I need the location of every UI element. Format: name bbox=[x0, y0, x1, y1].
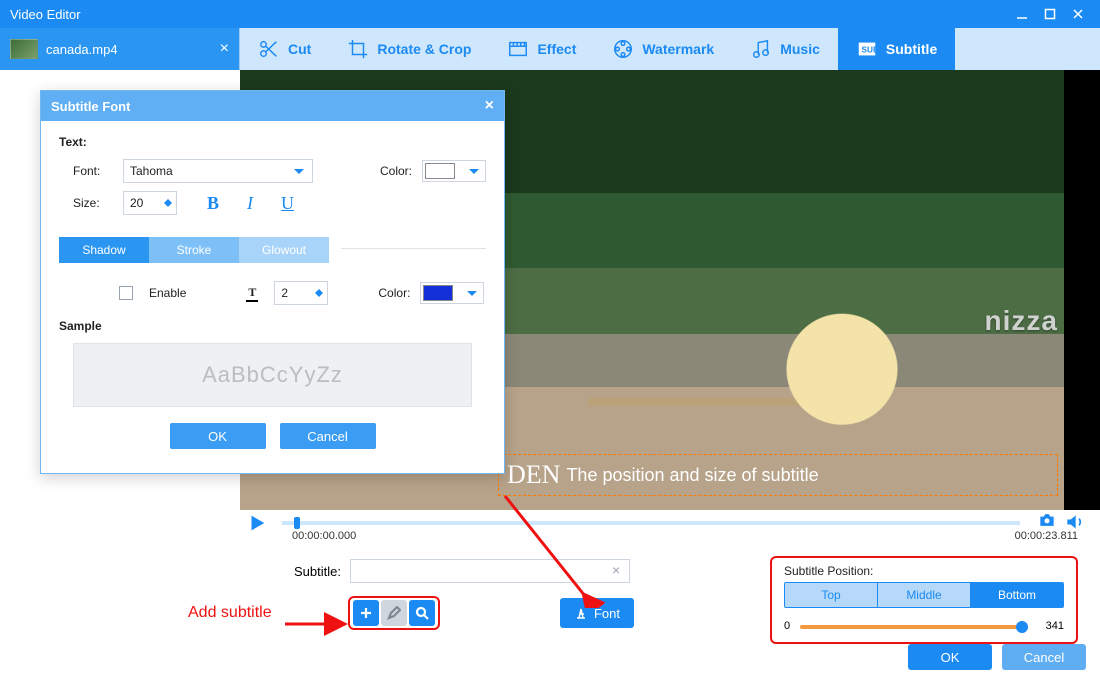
text-color-picker[interactable] bbox=[422, 160, 486, 182]
effect-tabs: Shadow Stroke Glowout bbox=[59, 237, 329, 263]
file-name: canada.mp4 bbox=[46, 42, 118, 57]
tab-effect[interactable]: Effect bbox=[489, 28, 594, 70]
tab-subtitle[interactable]: SUB Subtitle bbox=[838, 28, 955, 70]
tab-watermark[interactable]: Watermark bbox=[594, 28, 732, 70]
dialog-titlebar[interactable]: Subtitle Font × bbox=[41, 91, 504, 121]
subtitle-label: Subtitle: bbox=[294, 564, 341, 579]
dialog-cancel-button[interactable]: Cancel bbox=[280, 423, 376, 449]
scissors-icon bbox=[258, 38, 280, 60]
text-color-swatch bbox=[425, 163, 455, 179]
position-slider[interactable]: 0 341 bbox=[784, 618, 1064, 636]
time-current: 00:00:00.000 bbox=[292, 530, 356, 542]
subtitle-button-group bbox=[348, 596, 440, 630]
annotation-add-subtitle: Add subtitle bbox=[188, 604, 272, 622]
subtitle-icon: SUB bbox=[856, 38, 878, 60]
reel-icon bbox=[612, 38, 634, 60]
titlebar: Video Editor bbox=[0, 0, 1100, 28]
add-subtitle-button[interactable] bbox=[353, 600, 379, 626]
sample-label: Sample bbox=[59, 319, 486, 333]
thickness-icon: T bbox=[246, 285, 258, 302]
text-color-label: Color: bbox=[380, 164, 412, 178]
main-ok-button[interactable]: OK bbox=[908, 644, 992, 670]
subtitle-position-panel: Subtitle Position: Top Middle Bottom 0 3… bbox=[770, 556, 1078, 644]
close-file-icon[interactable]: × bbox=[220, 40, 229, 58]
music-icon bbox=[750, 38, 772, 60]
edit-subtitle-button[interactable] bbox=[381, 600, 407, 626]
subtitle-overlay-text: The position and size of subtitle bbox=[566, 465, 818, 486]
effect-tab-glowout[interactable]: Glowout bbox=[239, 237, 329, 263]
timeline-track[interactable] bbox=[282, 521, 1020, 525]
file-tab[interactable]: canada.mp4 × bbox=[0, 28, 240, 70]
slider-min: 0 bbox=[784, 620, 790, 632]
size-label: Size: bbox=[73, 196, 113, 210]
maximize-button[interactable] bbox=[1036, 0, 1064, 28]
subtitle-overlay-prefix: DEN bbox=[507, 460, 560, 490]
slider-thumb[interactable] bbox=[1016, 621, 1028, 633]
bottom-actions: OK Cancel bbox=[908, 644, 1086, 670]
font-combo[interactable]: Tahoma bbox=[123, 159, 313, 183]
effect-tab-stroke[interactable]: Stroke bbox=[149, 237, 239, 263]
effect-tab-shadow[interactable]: Shadow bbox=[59, 237, 149, 263]
search-subtitle-button[interactable] bbox=[409, 600, 435, 626]
slider-track[interactable] bbox=[800, 625, 1028, 629]
enable-label: Enable bbox=[149, 286, 186, 300]
timeline: 00:00:00.000 00:00:23.811 bbox=[240, 512, 1078, 542]
effect-color-label: Color: bbox=[378, 286, 410, 300]
scene-sign: nizza bbox=[985, 305, 1058, 337]
play-button[interactable] bbox=[246, 512, 272, 534]
subtitle-overlay-box[interactable]: DEN The position and size of subtitle bbox=[498, 454, 1058, 496]
italic-button[interactable]: I bbox=[247, 193, 253, 214]
tab-rotate-crop[interactable]: Rotate & Crop bbox=[329, 28, 489, 70]
film-icon bbox=[507, 38, 529, 60]
effect-color-swatch bbox=[423, 285, 453, 301]
sample-preview: AaBbCcYyZz bbox=[73, 343, 472, 407]
thickness-spinner[interactable]: 2 bbox=[274, 281, 328, 305]
font-label: Font: bbox=[73, 164, 113, 178]
close-window-button[interactable] bbox=[1064, 0, 1092, 28]
thickness-value: 2 bbox=[281, 286, 288, 300]
position-heading: Subtitle Position: bbox=[784, 564, 1064, 578]
crop-icon bbox=[347, 38, 369, 60]
sample-text: AaBbCcYyZz bbox=[202, 362, 343, 388]
dialog-title: Subtitle Font bbox=[51, 99, 130, 114]
position-segmented: Top Middle Bottom bbox=[784, 582, 1064, 608]
dialog-ok-button[interactable]: OK bbox=[170, 423, 266, 449]
font-button[interactable]: Font bbox=[560, 598, 634, 628]
size-value: 20 bbox=[130, 196, 143, 210]
file-thumbnail bbox=[10, 39, 38, 59]
main-cancel-button[interactable]: Cancel bbox=[1002, 644, 1086, 670]
section-text: Text: bbox=[59, 135, 486, 149]
clear-subtitle-icon[interactable]: × bbox=[612, 562, 620, 578]
enable-checkbox[interactable] bbox=[119, 286, 139, 301]
underline-button[interactable]: U bbox=[281, 193, 294, 214]
size-spinner[interactable]: 20 bbox=[123, 191, 177, 215]
svg-text:SUB: SUB bbox=[861, 46, 878, 55]
timeline-playhead[interactable] bbox=[294, 517, 300, 529]
bold-button[interactable]: B bbox=[207, 193, 219, 214]
slider-value: 341 bbox=[1046, 620, 1064, 632]
time-duration: 00:00:23.811 bbox=[1015, 530, 1078, 542]
position-middle[interactable]: Middle bbox=[878, 583, 971, 607]
font-value: Tahoma bbox=[130, 164, 173, 178]
position-bottom[interactable]: Bottom bbox=[971, 583, 1063, 607]
subtitle-input[interactable] bbox=[350, 559, 630, 583]
window-title: Video Editor bbox=[10, 7, 81, 22]
tab-cut[interactable]: Cut bbox=[240, 28, 329, 70]
dialog-close-icon[interactable]: × bbox=[485, 97, 494, 115]
minimize-button[interactable] bbox=[1008, 0, 1036, 28]
main-toolbar: canada.mp4 × Cut Rotate & Crop Effect Wa… bbox=[0, 28, 1100, 70]
subtitle-font-dialog: Subtitle Font × Text: Font: Tahoma Color… bbox=[40, 90, 505, 474]
position-top[interactable]: Top bbox=[785, 583, 878, 607]
divider bbox=[341, 248, 486, 249]
effect-color-picker[interactable] bbox=[420, 282, 484, 304]
tab-music[interactable]: Music bbox=[732, 28, 838, 70]
preview-letterbox bbox=[1064, 70, 1100, 510]
